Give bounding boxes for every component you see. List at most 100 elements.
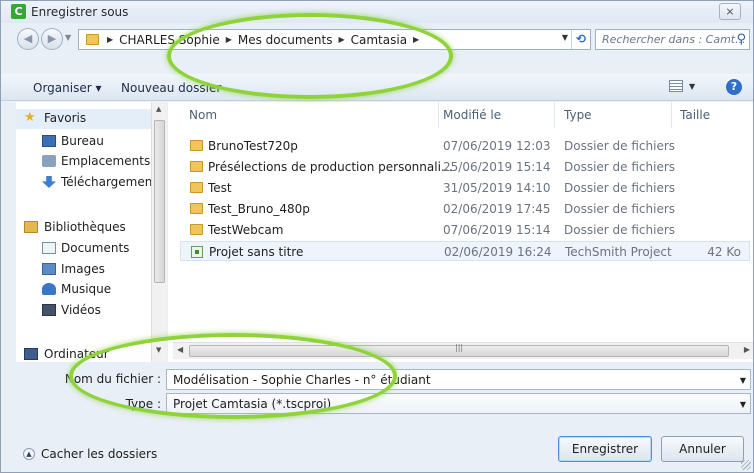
filetype-dropdown-icon[interactable]: ▼ — [740, 400, 746, 409]
desktop-icon — [42, 135, 56, 147]
sidebar-scrollbar[interactable]: ▲ ▼ — [151, 102, 167, 362]
forward-arrow-icon: ▶ — [47, 32, 57, 45]
recent-places-icon — [42, 155, 56, 167]
cancel-button[interactable]: Annuler — [661, 436, 744, 462]
scroll-down-icon[interactable]: ▼ — [156, 346, 161, 354]
file-type: Dossier de fichiers — [564, 223, 676, 237]
sidebar-item-label: Bureau — [61, 134, 104, 148]
scroll-up-icon[interactable]: ▲ — [156, 105, 161, 113]
column-header-name[interactable]: Nom — [189, 108, 217, 122]
filetype-select[interactable]: Projet Camtasia (*.tscproj) ▼ — [166, 393, 751, 414]
filename-label: Nom du fichier : — [64, 372, 161, 386]
file-row[interactable]: BrunoTest720p 07/06/2019 12:03 Dossier d… — [180, 136, 750, 156]
new-folder-button[interactable]: Nouveau dossier — [121, 81, 221, 95]
recent-locations-dropdown[interactable]: ▼ — [65, 33, 71, 42]
scrollbar-thumb[interactable] — [154, 120, 165, 283]
help-icon[interactable]: ? — [726, 79, 742, 95]
forward-button[interactable]: ▶ — [41, 28, 63, 50]
view-options-icon[interactable] — [669, 80, 683, 92]
filename-dropdown-icon[interactable]: ▼ — [740, 376, 746, 385]
dialog-title: Enregistrer sous — [31, 5, 129, 19]
filetype-value: Projet Camtasia (*.tscproj) — [173, 397, 332, 411]
file-modified: 07/06/2019 15:14 — [443, 223, 551, 237]
folder-icon — [190, 224, 203, 235]
column-header-modified[interactable]: Modifié le — [443, 108, 501, 122]
chevron-right-icon[interactable]: ▶ — [226, 33, 232, 47]
column-header-type[interactable]: Type — [564, 108, 592, 122]
chevron-right-icon[interactable]: ▶ — [107, 33, 113, 47]
breadcrumb: ▶ CHARLES Sophie ▶ Mes documents ▶ Camta… — [107, 33, 419, 47]
title-bar: C Enregistrer sous ⨯ — [1, 1, 753, 23]
file-row[interactable]: Présélections de production personnalisé… — [180, 157, 750, 177]
camtasia-app-icon: C — [11, 4, 26, 19]
download-icon — [42, 176, 56, 188]
file-row-selected[interactable]: Projet sans titre 02/06/2019 16:24 TechS… — [180, 241, 750, 261]
file-type: TechSmith Project — [565, 245, 672, 259]
breadcrumb-item[interactable]: CHARLES Sophie — [119, 33, 220, 47]
navigation-pane: ★ Favoris Bureau Emplacements réc Téléch… — [16, 102, 166, 362]
command-bar: Organiser ▾ Nouveau dossier ▼ ? — [1, 74, 753, 101]
sidebar-item-label: Bibliothèques — [44, 220, 126, 234]
music-icon — [42, 283, 56, 295]
file-row[interactable]: TestWebcam 07/06/2019 15:14 Dossier de f… — [180, 220, 750, 240]
file-modified: 02/06/2019 17:45 — [443, 202, 551, 216]
camtasia-project-icon — [191, 246, 203, 258]
search-placeholder: Rechercher dans : Camt... — [602, 33, 746, 46]
chevron-right-icon[interactable]: ▶ — [413, 33, 419, 47]
file-list: Nom Modifié le Type Taille BrunoTest720p… — [168, 102, 753, 362]
breadcrumb-item[interactable]: Mes documents — [238, 33, 333, 47]
sidebar-item-favorites[interactable]: ★ Favoris — [16, 109, 152, 129]
save-button[interactable]: Enregistrer — [558, 436, 652, 462]
column-header-size[interactable]: Taille — [680, 108, 710, 122]
view-dropdown-icon[interactable]: ▼ — [689, 82, 695, 91]
scrollbar-grip-icon: ||| — [455, 343, 464, 352]
address-dropdown-icon[interactable]: ▼ — [562, 33, 568, 42]
column-divider[interactable] — [438, 102, 439, 128]
file-row[interactable]: Test 31/05/2019 14:10 Dossier de fichier… — [180, 178, 750, 198]
sidebar-item-label: Favoris — [44, 111, 87, 125]
file-name: BrunoTest720p — [208, 139, 298, 153]
column-divider[interactable] — [554, 102, 555, 128]
file-modified: 02/06/2019 16:24 — [444, 245, 552, 259]
scroll-left-icon[interactable]: ◀ — [177, 345, 183, 354]
search-icon[interactable]: ⚲ — [736, 32, 746, 47]
filename-value: Modélisation - Sophie Charles - n° étudi… — [173, 373, 431, 387]
file-type: Dossier de fichiers — [564, 181, 676, 195]
file-row[interactable]: Test_Bruno_480p 02/06/2019 17:45 Dossier… — [180, 199, 750, 219]
folder-icon — [190, 182, 203, 193]
sidebar-item-label: Images — [61, 262, 105, 276]
file-type: Dossier de fichiers — [564, 160, 676, 174]
collapse-up-icon: ▲ — [23, 448, 35, 460]
file-name: Test_Bruno_480p — [208, 202, 310, 216]
filetype-label: Type : — [125, 397, 161, 411]
folder-icon — [190, 140, 203, 151]
file-name: Test — [208, 181, 232, 195]
file-list-horizontal-scrollbar[interactable]: ◀ ||| ▶ — [173, 342, 753, 359]
close-button[interactable]: ⨯ — [719, 3, 741, 20]
folder-icon — [190, 161, 203, 172]
breadcrumb-item[interactable]: Camtasia — [351, 33, 407, 47]
images-icon — [42, 263, 56, 275]
scroll-right-icon[interactable]: ▶ — [744, 345, 750, 354]
resize-grip-icon[interactable] — [741, 460, 751, 470]
file-name: TestWebcam — [208, 223, 284, 237]
videos-icon — [42, 304, 56, 316]
organise-menu-button[interactable]: Organiser ▾ — [33, 81, 101, 95]
hide-folders-toggle[interactable]: ▲ Cacher les dossiers — [23, 447, 157, 461]
filename-field[interactable]: Modélisation - Sophie Charles - n° étudi… — [166, 369, 751, 390]
search-input[interactable]: Rechercher dans : Camt... ⚲ — [595, 29, 750, 50]
sidebar-item-label: Documents — [61, 241, 130, 255]
back-button[interactable]: ◀ — [17, 28, 39, 50]
file-size: 42 Ko — [707, 245, 741, 259]
file-type: Dossier de fichiers — [564, 202, 676, 216]
column-divider[interactable] — [671, 102, 672, 128]
file-name: Présélections de production personnalisé… — [208, 160, 456, 174]
file-type: Dossier de fichiers — [564, 139, 676, 153]
documents-icon — [42, 242, 56, 254]
back-arrow-icon: ◀ — [23, 32, 33, 45]
refresh-icon[interactable]: ⟲ — [571, 30, 590, 49]
address-bar[interactable]: ▶ CHARLES Sophie ▶ Mes documents ▶ Camta… — [78, 29, 591, 50]
folder-icon — [86, 34, 99, 45]
star-icon: ★ — [24, 110, 36, 125]
chevron-right-icon[interactable]: ▶ — [338, 33, 344, 47]
